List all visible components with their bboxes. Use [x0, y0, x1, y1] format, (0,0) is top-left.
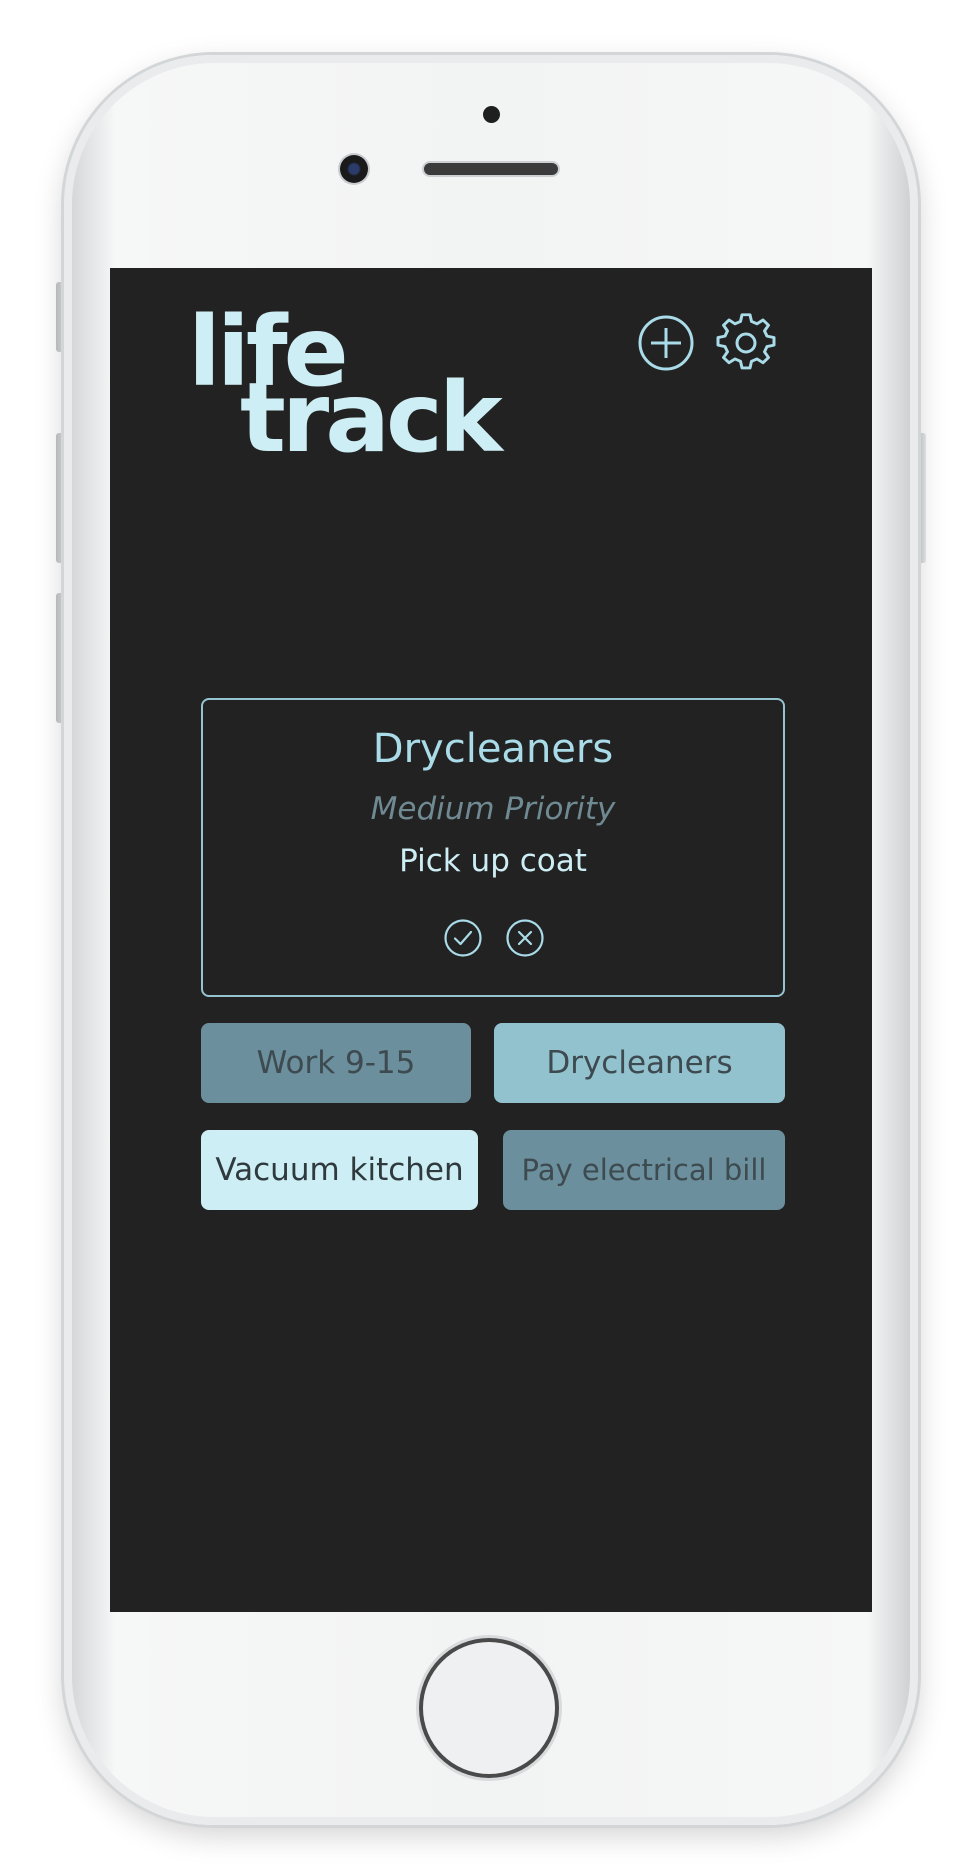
add-task-button[interactable] [636, 313, 696, 373]
task-title: Drycleaners [372, 726, 614, 772]
logo-line-track: track [240, 362, 503, 474]
check-circle-icon [444, 919, 482, 957]
dismiss-task-button[interactable] [505, 918, 545, 958]
task-priority: Medium Priority [370, 791, 616, 827]
app-logo: life track [188, 304, 508, 474]
task-description: Pick up coat [399, 843, 587, 879]
current-task-card[interactable]: Drycleaners Medium Priority Pick up coat [201, 698, 785, 997]
task-chip-work[interactable]: Work 9-15 [201, 1023, 471, 1103]
front-camera [340, 155, 368, 183]
task-chip-drycleaners[interactable]: Drycleaners [494, 1023, 785, 1103]
task-chip-pay-electrical-bill[interactable]: Pay electrical bill [503, 1130, 785, 1210]
home-button[interactable] [423, 1642, 555, 1774]
earpiece-speaker [424, 163, 558, 175]
plus-circle-icon [638, 315, 694, 371]
gear-icon [716, 313, 776, 370]
task-chip-vacuum-kitchen[interactable]: Vacuum kitchen [201, 1130, 478, 1210]
app-screen: life track Drycleaners Medium Priority P… [110, 268, 872, 1612]
x-circle-icon [506, 919, 544, 957]
proximity-sensor [483, 106, 500, 123]
mockup-stage: life track Drycleaners Medium Priority P… [0, 0, 979, 1872]
settings-button[interactable] [716, 313, 776, 373]
complete-task-button[interactable] [443, 918, 483, 958]
